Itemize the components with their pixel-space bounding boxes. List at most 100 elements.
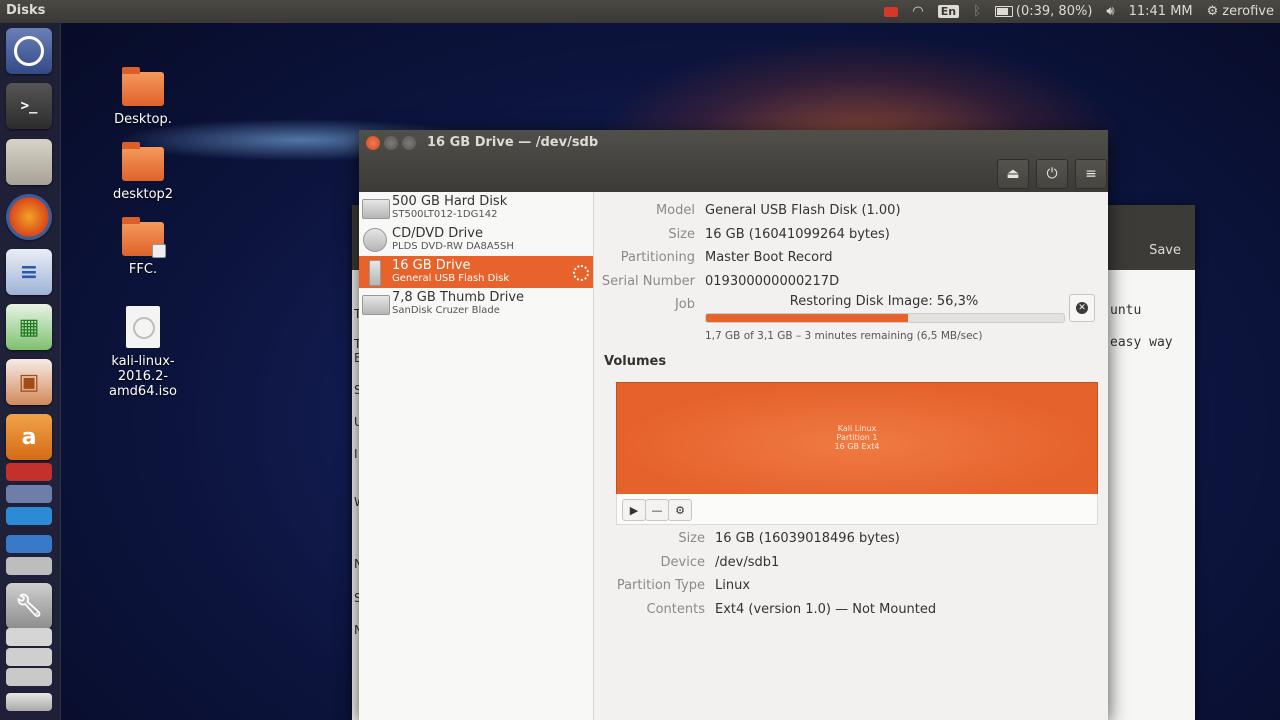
battery-text: (0:39, 80%) (1015, 4, 1093, 19)
desktop-icon-desktop[interactable]: Desktop. (88, 67, 198, 127)
job-status-text: Restoring Disk Image: 56,3% (789, 294, 979, 309)
cancel-job-button[interactable]: ✕ (1069, 294, 1095, 322)
drive-item-hard-disk[interactable]: 500 GB Hard Disk ST500LT012-1DG142 (359, 192, 593, 224)
stacked-app-icon[interactable] (6, 648, 52, 666)
disc-image-icon (126, 306, 160, 348)
folder-icon (122, 67, 164, 106)
close-icon: ✕ (1076, 302, 1088, 314)
device-label: Device (660, 555, 705, 570)
volume-name: Kali Linux (837, 424, 877, 433)
window-minimize-button[interactable] (384, 136, 398, 150)
serial-number-value: 019300000000217D (705, 274, 840, 289)
window-title: 16 GB Drive — /dev/sdb (427, 135, 599, 150)
partition-options-button[interactable]: ⚙ (668, 499, 692, 521)
volume-toolbar: ▶ — ⚙ (616, 494, 1098, 525)
play-icon: ▶ (629, 503, 639, 517)
drive-details: Model General USB Flash Disk (1.00) Size… (594, 192, 1108, 720)
keyboard-layout-indicator[interactable]: En (937, 5, 960, 18)
window-titlebar[interactable]: 16 GB Drive — /dev/sdb ⏏ ⏻ ≡ (359, 130, 1108, 192)
disks-window[interactable]: 16 GB Drive — /dev/sdb ⏏ ⏻ ≡ 500 GB Hard… (359, 130, 1108, 720)
desktop-icon-desktop2[interactable]: desktop2 (88, 142, 198, 202)
calc-icon[interactable]: ▦ (6, 304, 52, 350)
mount-button[interactable]: ▶ (622, 499, 646, 521)
disks-tool-icon[interactable]: 🔧︎ (6, 583, 52, 629)
contents-label: Contents (646, 602, 705, 617)
power-icon: ⏻ (1046, 166, 1058, 182)
contents-value: Ext4 (version 1.0) — Not Mounted (715, 602, 937, 617)
window-close-button[interactable] (366, 136, 380, 150)
drive-model: General USB Flash Disk (392, 273, 510, 284)
impress-icon[interactable]: ▣ (6, 359, 52, 405)
eject-button[interactable]: ⏏ (997, 159, 1029, 189)
drive-name: 7,8 GB Thumb Drive (392, 290, 525, 305)
desktop-icon-label: Desktop. (114, 112, 172, 127)
power-off-button[interactable]: ⏻ (1036, 159, 1068, 189)
gear-icon: ⚙ (1206, 4, 1219, 19)
drive-item-thumb-drive[interactable]: 7,8 GB Thumb Drive SanDisk Cruzer Blade (359, 288, 593, 320)
desktop-icon-kali-iso[interactable]: kali-linux-2016.2-amd64.iso (88, 306, 198, 399)
job-progress-detail: 1,7 GB of 3,1 GB – 3 minutes remaining (… (705, 330, 983, 342)
model-label: Model (655, 203, 695, 218)
model-value: General USB Flash Disk (1.00) (705, 203, 901, 218)
partition-type-label: Partition Type (616, 578, 705, 593)
top-panel: Disks ◠ En ᛒ (0:39, 80%) 🔊︎ 11:41 MM ⚙ z… (0, 0, 1280, 23)
desktop-icon-ffc[interactable]: FFC. (88, 217, 198, 277)
drive-options-menu-button[interactable]: ≡ (1075, 159, 1107, 189)
size-value: 16 GB (16041099264 bytes) (705, 227, 890, 242)
stacked-app-icon[interactable] (6, 628, 52, 646)
launcher: >_ ≡ ▦ ▣ a 🔧︎ (0, 23, 61, 720)
stacked-app-icon[interactable] (6, 668, 52, 686)
user-name: zerofive (1222, 4, 1274, 19)
volume-icon[interactable]: 🔊︎ (1106, 4, 1114, 19)
drive-name: 500 GB Hard Disk (392, 194, 508, 209)
window-maximize-button[interactable] (402, 136, 416, 150)
minus-icon: — (651, 503, 663, 517)
drive-item-16gb[interactable]: 16 GB Drive General USB Flash Disk (359, 256, 593, 288)
recording-icon[interactable] (884, 6, 899, 17)
wifi-icon[interactable]: ◠ (912, 4, 923, 19)
writer-icon[interactable]: ≡ (6, 249, 52, 295)
save-button[interactable]: Save (1149, 243, 1181, 258)
usb-drive-icon (362, 295, 390, 315)
clock[interactable]: 11:41 MM (1129, 4, 1193, 19)
folder-icon (122, 217, 166, 258)
drive-item-cd-dvd[interactable]: CD/DVD Drive PLDS DVD-RW DA8A5SH (359, 224, 593, 256)
volume-size-type: 16 GB Ext4 (834, 442, 880, 451)
volumes-heading: Volumes (604, 354, 667, 369)
firefox-icon[interactable] (6, 194, 52, 240)
delete-partition-button[interactable]: — (645, 499, 669, 521)
drive-model: PLDS DVD-RW DA8A5SH (392, 241, 514, 252)
background-text: easy way (1110, 335, 1173, 350)
terminal-icon[interactable]: >_ (6, 83, 52, 129)
stacked-app-icon[interactable] (6, 463, 52, 481)
battery-indicator[interactable]: (0:39, 80%) (994, 4, 1093, 19)
stacked-app-icon[interactable] (6, 557, 52, 575)
hamburger-icon: ≡ (1085, 166, 1097, 182)
dash-home-icon[interactable] (6, 28, 52, 74)
stacked-app-icon[interactable] (6, 507, 52, 525)
eject-icon: ⏏ (1006, 166, 1020, 182)
stacked-app-icon[interactable] (6, 485, 52, 503)
job-progress-bar (705, 313, 1065, 323)
battery-icon (994, 6, 1013, 17)
job-label: Job (674, 297, 695, 312)
stacked-app-icon[interactable] (6, 535, 52, 553)
partitioning-label: Partitioning (620, 250, 695, 265)
background-text: untu (1110, 303, 1142, 318)
system-tray: ◠ En ᛒ (0:39, 80%) 🔊︎ 11:41 MM ⚙ zerofiv… (884, 0, 1274, 23)
device-value: /dev/sdb1 (715, 555, 780, 570)
files-icon[interactable] (6, 139, 52, 185)
partition-type-value: Linux (715, 578, 751, 593)
folder-icon (122, 142, 164, 181)
app-title: Disks (6, 3, 46, 18)
desktop-icon-label: desktop2 (112, 187, 174, 202)
usb-drive-icon (369, 260, 381, 286)
bluetooth-icon[interactable]: ᛒ (973, 4, 981, 19)
gears-icon: ⚙ (675, 503, 685, 517)
drive-model: ST500LT012-1DG142 (392, 209, 498, 220)
trash-icon[interactable] (6, 693, 52, 711)
volume-partition-1[interactable]: Kali Linux Partition 1 16 GB Ext4 (616, 382, 1098, 496)
amazon-icon[interactable]: a (6, 414, 52, 460)
session-menu[interactable]: ⚙ zerofive (1207, 4, 1274, 19)
hard-disk-icon (362, 199, 390, 219)
